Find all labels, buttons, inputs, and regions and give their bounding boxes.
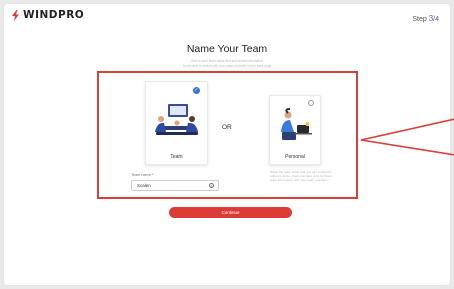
brand-logo: WINDPRO [11, 9, 84, 21]
team-name-value[interactable]: Scalen [137, 183, 151, 188]
page-subtitle-line-1: Give to your team name first and create … [190, 59, 264, 63]
clear-input-icon[interactable]: × [209, 183, 214, 188]
team-meeting-illustration [155, 104, 198, 135]
team-name-label: Team name * [131, 173, 154, 177]
lightning-bolt-icon [12, 9, 19, 21]
brand-name: WINDPRO [23, 9, 85, 21]
person-laptop-illustration [281, 108, 312, 140]
page-title: Name Your Team [186, 43, 268, 55]
step-indicator: Step 3/4 [412, 14, 439, 23]
or-separator: OR [222, 124, 232, 131]
step-label: Step [412, 16, 429, 23]
page-subtitle-line-2: You're able to switch with your name you… [182, 64, 272, 68]
team-name-input[interactable]: Scalen × [131, 180, 219, 191]
continue-button[interactable]: Continue [169, 207, 292, 218]
team-option-card[interactable]: ✓ Team [145, 81, 208, 165]
step-total: /4 [433, 16, 439, 23]
personal-description: When the team holds and you can create t… [270, 170, 332, 182]
team-option-label: Team [170, 154, 183, 160]
personal-option-card[interactable]: Personal [269, 95, 321, 165]
personal-option-label: Personal [285, 154, 305, 160]
